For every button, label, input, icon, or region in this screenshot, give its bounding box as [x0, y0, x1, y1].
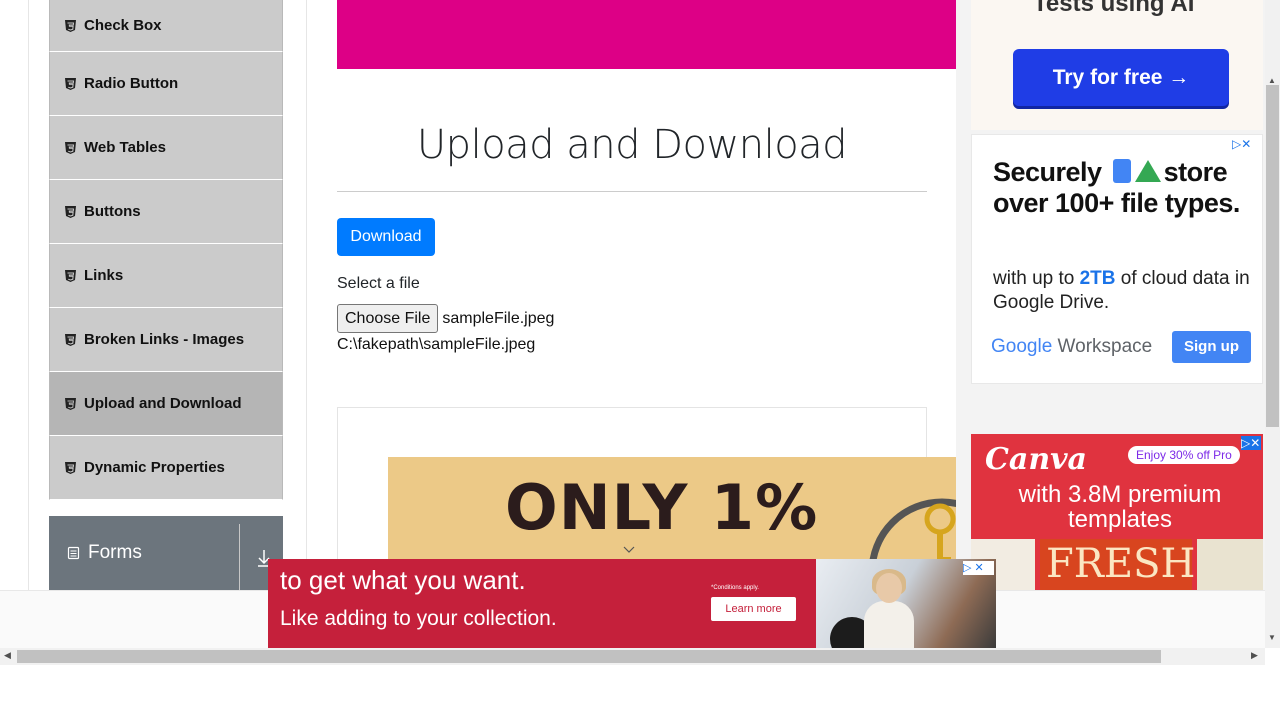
document-icon [67, 546, 80, 560]
ad-close-icon[interactable]: ▷ ✕ [963, 561, 994, 575]
ad-canva[interactable]: Canva Enjoy 30% off Pro ▷✕ with 3.8M pre… [971, 434, 1263, 590]
body-text: with up to [993, 268, 1080, 289]
google-workspace-logo: Google Workspace [991, 336, 1152, 358]
divider [239, 524, 240, 590]
sidebar-item-label: Upload and Download [84, 395, 242, 412]
ad-headline: Securely store over 100+ file types. [993, 157, 1240, 219]
horizontal-scrollbar-thumb[interactable] [17, 650, 1161, 663]
html5-icon [64, 397, 77, 411]
person-image [864, 601, 914, 648]
template-tile: FRESH [1040, 539, 1196, 590]
body-text: Google Drive. [993, 292, 1110, 313]
sign-up-button[interactable]: Sign up [1172, 331, 1251, 363]
lock-icon [1112, 159, 1131, 183]
person-head-image [876, 573, 902, 603]
body-text: of cloud data in [1115, 268, 1250, 289]
sidebar-item-upload-and-download[interactable]: Upload and Download [49, 372, 283, 436]
file-upload-input[interactable]: Choose File sampleFile.jpeg [337, 304, 554, 333]
template-tiles: FRESH [971, 539, 1263, 590]
html5-icon [64, 333, 77, 347]
sidebar-item-radio-button[interactable]: Radio Button [49, 52, 283, 116]
html5-icon [64, 269, 77, 283]
sidebar-item-check-box[interactable]: Check Box [49, 0, 283, 52]
sidebar-group-forms[interactable]: Forms [49, 516, 283, 590]
canva-logo: Canva [985, 442, 1087, 477]
top-banner-ad[interactable] [337, 0, 956, 69]
learn-more-button[interactable]: Learn more [711, 597, 796, 621]
left-gutter-line [28, 0, 29, 590]
content-gutter-line [306, 0, 307, 590]
sidebar-item-label: Check Box [84, 17, 162, 34]
brand-google: Google [991, 336, 1053, 357]
sidebar-item-buttons[interactable]: Buttons [49, 180, 283, 244]
uploaded-file-path: C:\fakepath\sampleFile.jpeg [337, 336, 536, 353]
scroll-right-arrow-icon[interactable]: ▶ [1251, 650, 1258, 661]
ad-headline: ONLY 1% [505, 471, 819, 544]
sidebar-item-label: Buttons [84, 203, 141, 220]
sidebar-item-label: Web Tables [84, 139, 166, 156]
ad-google-workspace[interactable]: ▷✕ Securely store over 100+ file types. … [971, 134, 1263, 384]
sidebar-item-web-tables[interactable]: Web Tables [49, 116, 283, 180]
sidebar-item-dynamic-properties[interactable]: Dynamic Properties [49, 436, 283, 500]
scroll-left-arrow-icon[interactable]: ◀ [4, 650, 11, 661]
ad-subline: Like adding to your collection. [280, 607, 557, 630]
sidebar-item-links[interactable]: Links [49, 244, 283, 308]
brand-workspace: Workspace [1052, 336, 1153, 357]
scroll-down-arrow-icon[interactable]: ▼ [1268, 633, 1276, 642]
try-for-free-button[interactable]: Try for free → [1013, 49, 1229, 106]
ad-body: with up to 2TB of cloud data in Google D… [993, 267, 1250, 315]
scroll-up-arrow-icon[interactable]: ▲ [1268, 76, 1276, 85]
ad-choices-icon[interactable]: ▷✕ [1241, 436, 1261, 450]
ad-headline: with 3.8M premium templates [1018, 481, 1222, 533]
ad-choices-icon[interactable]: ▷✕ [1232, 137, 1258, 151]
sidebar-item-label: Links [84, 267, 124, 284]
headline-part: Securely [993, 157, 1102, 187]
promo-badge: Enjoy 30% off Pro [1128, 446, 1240, 464]
sidebar-menu: Check Box Radio Button Web Tables Button… [49, 0, 283, 500]
html5-icon [64, 205, 77, 219]
chevron-down-icon[interactable] [622, 542, 636, 553]
html5-icon [64, 19, 77, 33]
tile-text: FRESH [1046, 541, 1196, 587]
html5-icon [64, 77, 77, 91]
headline-part: store [1163, 157, 1228, 187]
html5-icon [64, 461, 77, 475]
ad-conditions: *Conditions apply. [711, 585, 759, 591]
drive-icon [1134, 160, 1161, 182]
choose-file-button[interactable]: Choose File [337, 304, 439, 333]
ad-top-right[interactable]: Tests using AI Try for free → [971, 0, 1263, 130]
body-highlight: 2TB [1079, 268, 1116, 289]
download-button[interactable]: Download [337, 218, 435, 256]
ad-headline: Tests using AI [1033, 0, 1195, 17]
headline-part: over 100+ file types. [993, 188, 1240, 218]
sidebar-item-label: Radio Button [84, 75, 179, 92]
sidebar-item-label: Broken Links - Images [84, 331, 245, 348]
page-title: Upload and Download [416, 122, 848, 168]
template-tile [1197, 539, 1263, 590]
forms-group-label: Forms [88, 542, 142, 563]
title-divider [337, 191, 927, 192]
html5-icon [64, 141, 77, 155]
select-file-label: Select a file [337, 275, 420, 292]
chosen-file-name: sampleFile.jpeg [442, 309, 555, 327]
ad-headline: to get what you want. [280, 565, 526, 595]
sidebar-item-broken-links[interactable]: Broken Links - Images [49, 308, 283, 372]
sidebar-item-label: Dynamic Properties [84, 459, 225, 476]
vertical-scrollbar-thumb[interactable] [1266, 85, 1279, 427]
sticky-bottom-ad[interactable]: to get what you want. Like adding to you… [268, 559, 996, 648]
